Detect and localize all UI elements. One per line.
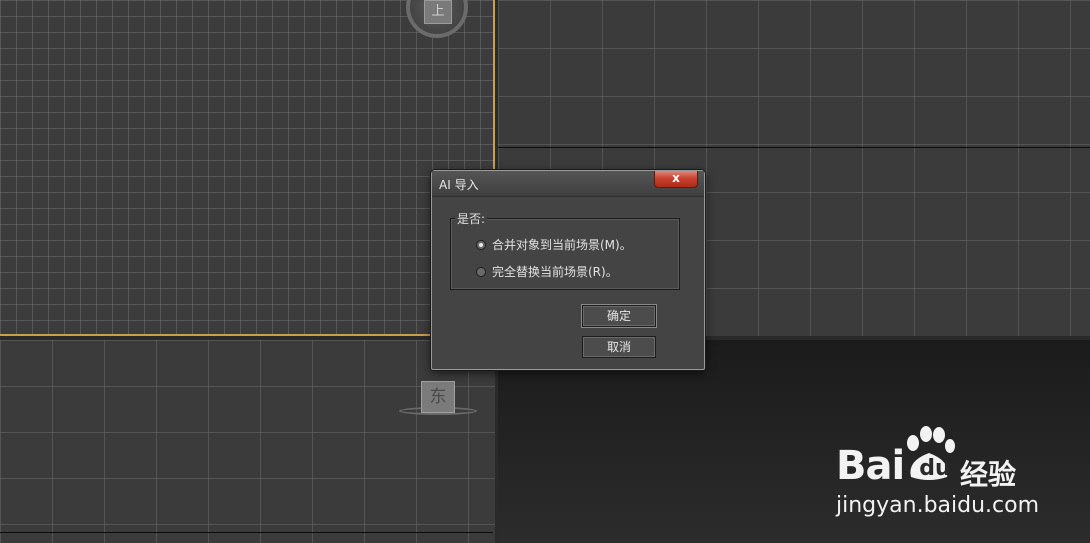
ai-import-dialog: AI 导入 x 是否: 合并对象到当前场景(M)。 完全替换当前场景(R)。 确… bbox=[431, 170, 705, 370]
cancel-button[interactable]: 取消 bbox=[582, 336, 656, 358]
viewport-top[interactable] bbox=[0, 0, 495, 336]
radio-merge-label[interactable]: 合并对象到当前场景(M)。 bbox=[492, 236, 632, 253]
ok-button[interactable]: 确定 bbox=[582, 305, 656, 327]
dialog-titlebar[interactable]: AI 导入 x bbox=[432, 171, 704, 197]
group-label: 是否: bbox=[455, 210, 488, 227]
viewcube-top-face[interactable]: 上 bbox=[424, 0, 452, 24]
watermark-suffix: 经验 bbox=[960, 458, 1017, 491]
axis-line-front bbox=[498, 147, 1090, 148]
close-icon: x bbox=[672, 171, 680, 185]
radio-merge[interactable]: 合并对象到当前场景(M)。 bbox=[476, 236, 632, 253]
close-button[interactable]: x bbox=[654, 171, 698, 188]
radio-replace-indicator[interactable] bbox=[476, 266, 486, 277]
axis-line-left bbox=[0, 532, 493, 533]
watermark-du: du bbox=[919, 456, 951, 481]
viewport-left[interactable] bbox=[0, 340, 495, 543]
watermark-url: jingyan.baidu.com bbox=[836, 493, 1040, 518]
radio-merge-indicator[interactable] bbox=[476, 239, 486, 250]
dialog-client: 是否: 合并对象到当前场景(M)。 完全替换当前场景(R)。 确定 取消 bbox=[438, 198, 698, 363]
viewcube-left-face[interactable]: 东 bbox=[421, 381, 455, 413]
baidu-watermark: Bai du 经验 jingyan.baidu.com bbox=[836, 425, 1040, 525]
radio-replace-label[interactable]: 完全替换当前场景(R)。 bbox=[492, 263, 618, 280]
watermark-brand: Bai bbox=[836, 443, 905, 489]
dialog-title: AI 导入 bbox=[439, 178, 479, 192]
radio-replace[interactable]: 完全替换当前场景(R)。 bbox=[476, 263, 618, 280]
